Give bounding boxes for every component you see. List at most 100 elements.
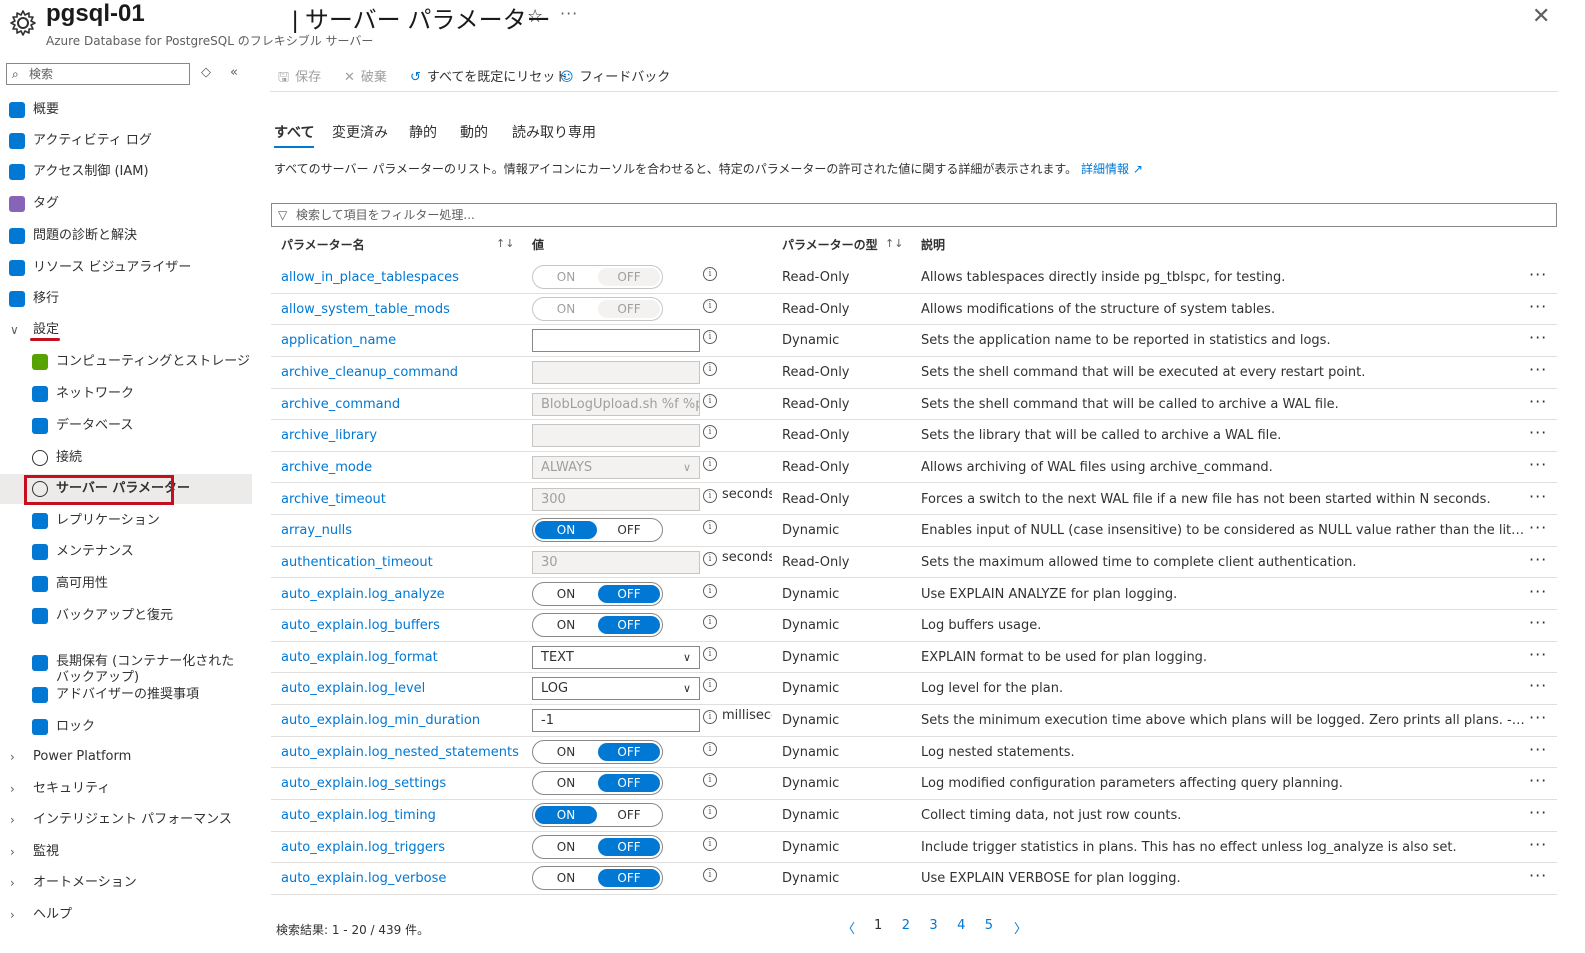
column-header-name[interactable]: パラメーター名 — [281, 236, 365, 253]
parameter-name-link[interactable]: auto_explain.log_nested_statements — [281, 745, 519, 760]
sidebar-item[interactable]: アクティビティ ログ — [0, 126, 252, 156]
row-more-icon[interactable]: ··· — [1529, 297, 1547, 316]
on-off-toggle[interactable]: ON OFF — [532, 518, 663, 543]
sidebar-item[interactable]: レプリケーション — [0, 506, 252, 536]
sidebar-item[interactable]: タグ — [0, 189, 252, 219]
sidebar-item[interactable]: コンピューティングとストレージ — [0, 347, 252, 377]
on-off-toggle[interactable]: ON OFF — [532, 581, 663, 606]
feedback-button[interactable]: ☺ フィードバック — [560, 66, 670, 85]
parameter-name-link[interactable]: archive_command — [281, 397, 400, 412]
on-off-toggle[interactable]: ON OFF — [532, 771, 663, 796]
sidebar-item[interactable]: アクセス制御 (IAM) — [0, 157, 252, 187]
row-more-icon[interactable]: ··· — [1529, 803, 1547, 822]
sidebar-item[interactable]: バックアップと復元 — [0, 601, 252, 631]
row-more-icon[interactable]: ··· — [1529, 265, 1547, 284]
sidebar-item[interactable]: › インテリジェント パフォーマンス — [0, 805, 252, 835]
row-more-icon[interactable]: ··· — [1529, 676, 1547, 695]
row-more-icon[interactable]: ··· — [1529, 645, 1547, 664]
sidebar-item[interactable]: アドバイザーの推奨事項 — [0, 680, 252, 710]
info-icon[interactable]: i — [703, 551, 717, 566]
info-icon[interactable]: i — [703, 488, 717, 503]
page-number[interactable]: 5 — [985, 918, 993, 933]
page-number[interactable]: 2 — [902, 918, 910, 933]
on-off-toggle[interactable]: ON OFF — [532, 613, 663, 638]
tab-all[interactable]: すべて — [274, 122, 315, 148]
on-off-toggle[interactable]: ON OFF — [532, 866, 663, 891]
save-button[interactable]: 🖫 保存 — [278, 66, 321, 90]
parameter-name-link[interactable]: array_nulls — [281, 523, 352, 538]
info-icon[interactable]: i — [703, 330, 717, 345]
row-more-icon[interactable]: ··· — [1529, 487, 1547, 506]
parameter-name-link[interactable]: auto_explain.log_analyze — [281, 587, 445, 602]
info-icon[interactable]: i — [703, 298, 717, 313]
sidebar-item[interactable]: ネットワーク — [0, 379, 252, 409]
row-more-icon[interactable]: ··· — [1529, 835, 1547, 854]
info-icon[interactable]: i — [703, 710, 717, 725]
value-input[interactable] — [532, 329, 700, 353]
info-icon[interactable]: i — [703, 836, 717, 851]
parameter-name-link[interactable]: archive_mode — [281, 460, 372, 475]
info-icon[interactable]: i — [703, 773, 717, 788]
tab-static[interactable]: 静的 — [409, 122, 437, 142]
page-number[interactable]: 4 — [957, 918, 965, 933]
info-icon[interactable]: i — [703, 583, 717, 598]
parameter-name-link[interactable]: auto_explain.log_level — [281, 681, 425, 696]
favorite-star-icon[interactable]: ☆ — [527, 6, 543, 27]
discard-button[interactable]: ✕ 破棄 — [344, 66, 387, 85]
parameter-name-link[interactable]: authentication_timeout — [281, 555, 433, 570]
row-more-icon[interactable]: ··· — [1529, 613, 1547, 632]
info-icon[interactable]: i — [703, 425, 717, 440]
parameter-name-link[interactable]: auto_explain.log_timing — [281, 808, 436, 823]
info-icon[interactable]: i — [703, 393, 717, 408]
on-off-toggle[interactable]: ON OFF — [532, 803, 663, 828]
tab-read-only[interactable]: 読み取り専用 — [512, 122, 596, 142]
row-more-icon[interactable]: ··· — [1529, 771, 1547, 790]
sidebar-item[interactable]: › オートメーション — [0, 868, 252, 898]
tab-modified[interactable]: 変更済み — [332, 122, 388, 142]
collapse-sidebar-icon[interactable]: « — [230, 65, 238, 80]
info-icon[interactable]: i — [703, 646, 717, 661]
parameter-name-link[interactable]: auto_explain.log_format — [281, 650, 438, 665]
row-more-icon[interactable]: ··· — [1529, 582, 1547, 601]
parameter-name-link[interactable]: allow_in_place_tablespaces — [281, 270, 459, 285]
parameter-name-link[interactable]: archive_cleanup_command — [281, 365, 458, 380]
on-off-toggle[interactable]: ON OFF — [532, 834, 663, 859]
close-icon[interactable]: ✕ — [1532, 4, 1550, 29]
value-dropdown[interactable]: TEXT ∨ — [532, 645, 700, 669]
sidebar-item[interactable]: 概要 — [0, 95, 252, 125]
parameter-name-link[interactable]: auto_explain.log_settings — [281, 776, 446, 791]
reset-all-button[interactable]: ↺ すべてを既定にリセット — [410, 66, 568, 85]
sidebar-item[interactable]: 接続 — [0, 443, 252, 473]
info-icon[interactable]: i — [703, 361, 717, 376]
sidebar-search-input[interactable]: ⌕ 検索 — [6, 63, 190, 85]
row-more-icon[interactable]: ··· — [1529, 360, 1547, 379]
parameter-name-link[interactable]: auto_explain.log_verbose — [281, 871, 446, 886]
column-header-type[interactable]: パラメーターの型 — [782, 236, 878, 253]
info-icon[interactable]: i — [703, 805, 717, 820]
info-icon[interactable]: i — [703, 678, 717, 693]
info-icon[interactable]: i — [703, 267, 717, 281]
next-page-icon[interactable]: 〉 — [1014, 918, 1027, 937]
page-number[interactable]: 1 — [874, 918, 882, 933]
info-icon[interactable]: i — [703, 520, 717, 535]
row-more-icon[interactable]: ··· — [1529, 708, 1547, 727]
value-input[interactable]: -1 — [532, 709, 700, 733]
parameter-name-link[interactable]: application_name — [281, 333, 396, 348]
parameter-name-link[interactable]: archive_library — [281, 428, 377, 443]
info-icon[interactable]: i — [703, 741, 717, 756]
sidebar-item[interactable]: 高可用性 — [0, 569, 252, 599]
page-number[interactable]: 3 — [929, 918, 937, 933]
row-more-icon[interactable]: ··· — [1529, 392, 1547, 411]
parameter-name-link[interactable]: auto_explain.log_min_duration — [281, 713, 480, 728]
filter-input[interactable]: ▽ 検索して項目をフィルター処理... — [271, 203, 1557, 227]
row-more-icon[interactable]: ··· — [1529, 328, 1547, 347]
sidebar-item[interactable]: 問題の診断と解決 — [0, 221, 252, 251]
on-off-toggle[interactable]: ON OFF — [532, 739, 663, 764]
value-dropdown[interactable]: LOG ∨ — [532, 677, 700, 701]
row-more-icon[interactable]: ··· — [1529, 740, 1547, 759]
more-options-icon[interactable]: ··· — [560, 4, 578, 23]
parameter-name-link[interactable]: allow_system_table_mods — [281, 302, 450, 317]
parameter-name-link[interactable]: archive_timeout — [281, 492, 386, 507]
row-more-icon[interactable]: ··· — [1529, 455, 1547, 474]
row-more-icon[interactable]: ··· — [1529, 518, 1547, 537]
